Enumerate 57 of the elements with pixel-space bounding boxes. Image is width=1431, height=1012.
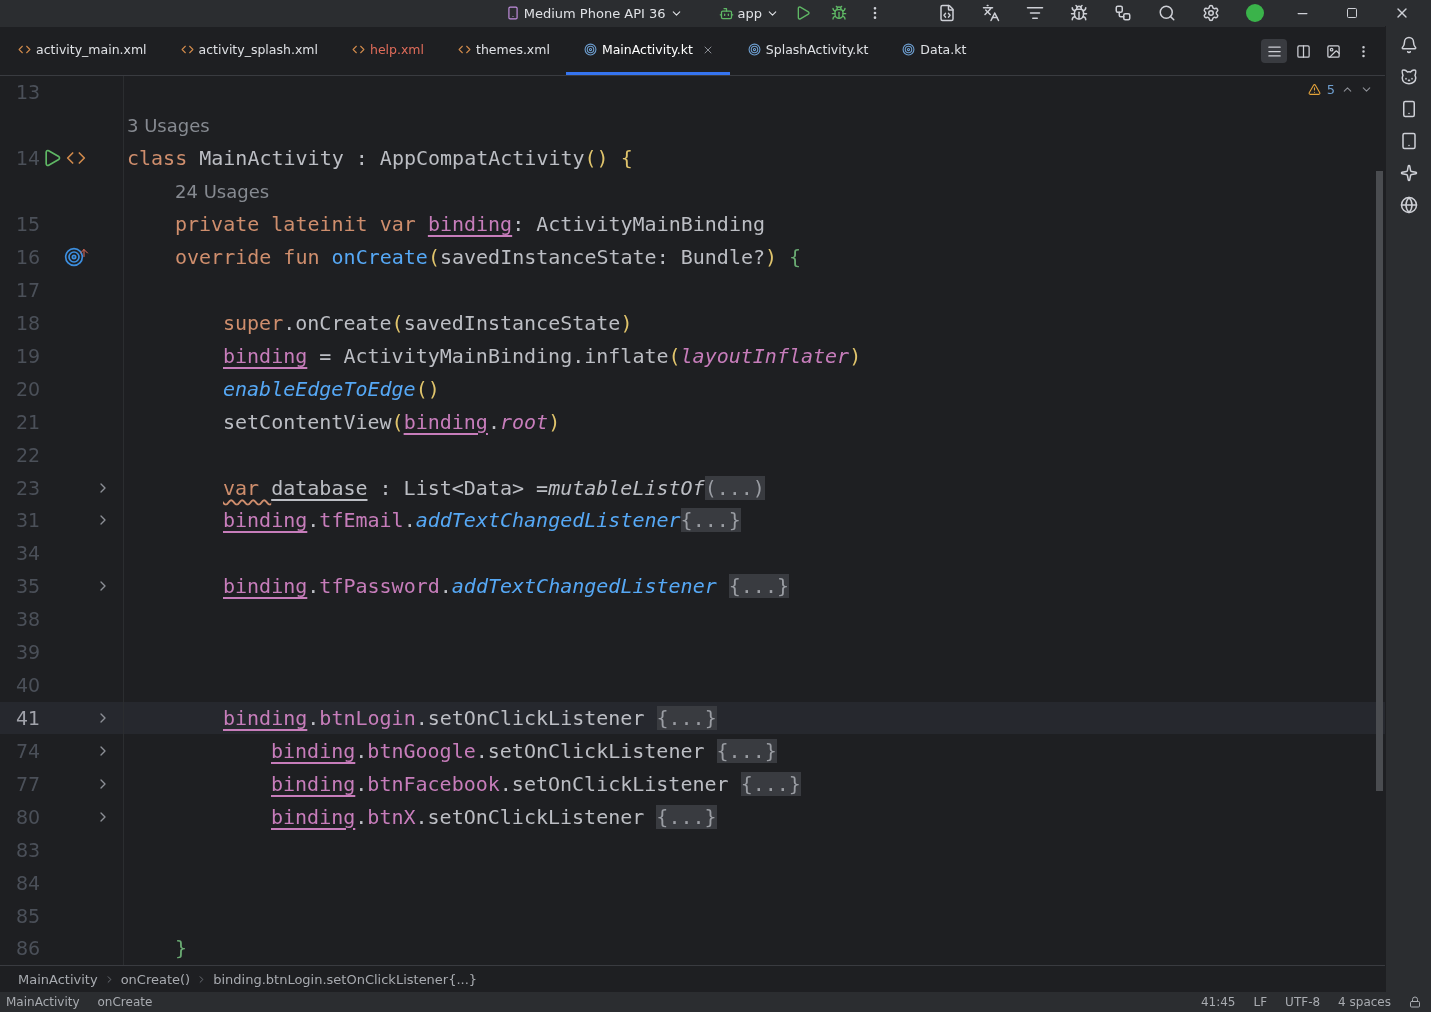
editor-tab[interactable]: SplashActivity.kt: [729, 27, 885, 75]
code-line: super.onCreate(savedInstanceState): [223, 310, 633, 335]
target-icon: [747, 43, 761, 56]
code-line: private lateinit var binding: ActivityMainBinding: [175, 212, 766, 237]
scrollbar[interactable]: [1376, 171, 1383, 791]
target-icon: [902, 43, 916, 56]
editor-tab[interactable]: Data.kt: [884, 27, 983, 75]
warning-count[interactable]: 5: [1326, 82, 1335, 97]
code-icon: [458, 43, 471, 56]
code-view-icon[interactable]: [1261, 39, 1287, 63]
breadcrumb[interactable]: onCreate(): [120, 971, 191, 987]
code-icon: [18, 43, 31, 56]
line-number: 41: [15, 706, 38, 729]
code-line: binding.btnLogin.setOnClickListener {...}: [223, 705, 717, 730]
status-path-item[interactable]: onCreate: [97, 995, 153, 1009]
code-icon: [351, 43, 365, 56]
device-selector[interactable]: Medium Phone API 36: [501, 3, 687, 23]
code-line: class MainActivity : AppCompatActivity() {: [127, 146, 633, 171]
code-line: binding.tfPassword.addTextChangedListener {...}: [223, 574, 789, 599]
tablet-icon[interactable]: [1399, 132, 1418, 150]
code-line: enableEdgeToEdge(): [223, 376, 440, 401]
code-line: binding.btnX.setOnClickListener {...}: [271, 804, 717, 829]
usages-hint[interactable]: 3 Usages: [127, 114, 210, 136]
editor-tab[interactable]: themes.xml: [440, 27, 566, 75]
code-line: binding.tfEmail.addTextChangedListener{...}: [223, 508, 741, 533]
run-config-selector[interactable]: app: [714, 3, 783, 23]
run-icon[interactable]: [42, 148, 62, 169]
code-line: override fun onCreate(savedInstanceState: Bundle?) {: [175, 245, 802, 270]
code-line: }: [175, 936, 188, 961]
code-icon: [180, 43, 194, 56]
warning-icon[interactable]: [1307, 83, 1321, 96]
status-path-item[interactable]: MainActivity: [6, 995, 80, 1009]
usages-hint[interactable]: 24 Usages: [175, 180, 270, 202]
code-line: binding.btnFacebook.setOnClickListener {...}: [271, 771, 801, 796]
target-icon: [583, 43, 597, 56]
encoding[interactable]: UTF-8: [1285, 995, 1321, 1009]
code-line: binding = ActivityMainBinding.inflate(layoutInflater): [223, 343, 862, 368]
editor-tab[interactable]: activity_splash.xml: [162, 27, 334, 75]
editor-tab[interactable]: MainActivity.kt: [565, 27, 730, 75]
animal-icon[interactable]: [1399, 68, 1418, 86]
bell-icon[interactable]: [1399, 36, 1418, 54]
override-icon[interactable]: [64, 247, 90, 268]
sparkle-icon[interactable]: [1399, 164, 1418, 182]
breadcrumb[interactable]: MainActivity: [18, 971, 98, 987]
editor-tab[interactable]: help.xml: [333, 27, 440, 75]
code-line: setContentView(binding.root): [223, 409, 561, 434]
phone-icon: [505, 6, 520, 20]
line-separator[interactable]: LF: [1253, 995, 1268, 1009]
indent-setting[interactable]: 4 spaces: [1338, 995, 1391, 1009]
globe-icon[interactable]: [1399, 196, 1418, 214]
code-line: binding.btnGoogle.setOnClickListener {...}: [271, 738, 777, 763]
editor-tab[interactable]: activity_main.xml: [0, 27, 163, 75]
lock-icon[interactable]: [1409, 996, 1421, 1008]
cursor-position[interactable]: 41:45: [1200, 995, 1236, 1009]
android-icon: [718, 5, 734, 21]
code-line: var database : List<Data> =mutableListOf(...): [223, 475, 765, 500]
breadcrumb[interactable]: binding.btnLogin.setOnClickListener{...}: [213, 971, 478, 987]
